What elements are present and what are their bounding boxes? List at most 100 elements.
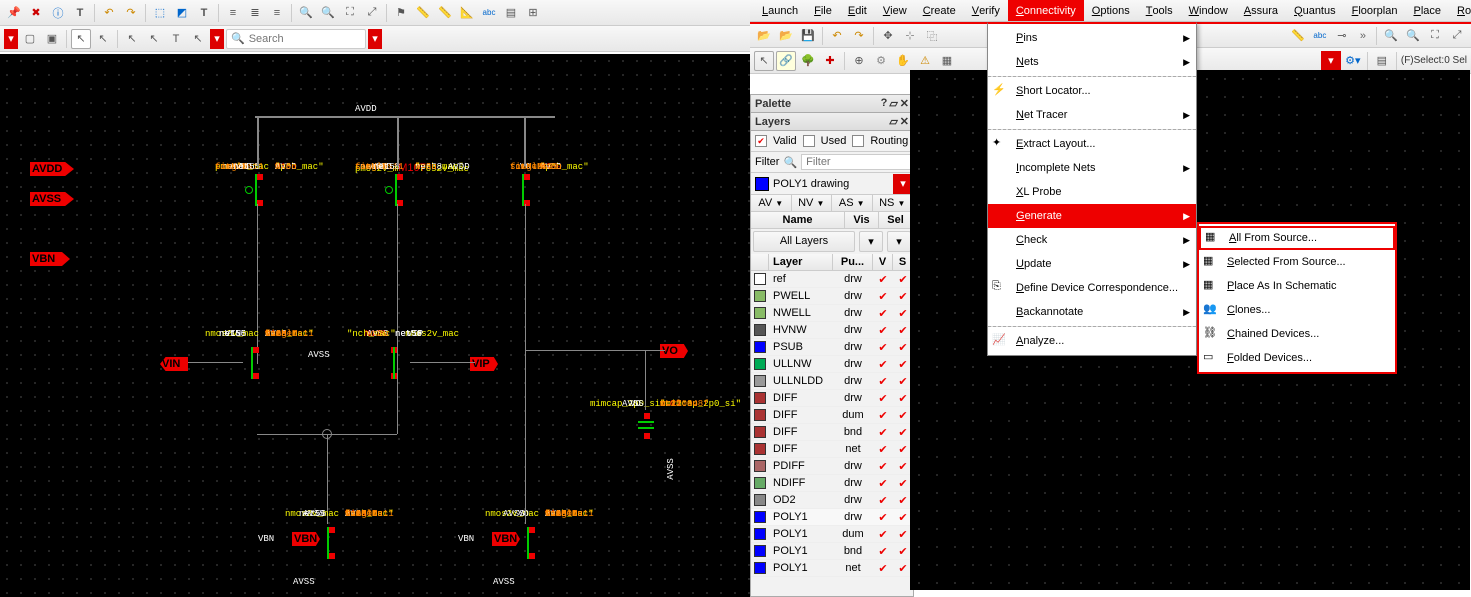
menu-quantus[interactable]: Quantus [1286,0,1344,21]
layer-row[interactable]: POLY1drw✔✔ [751,509,913,526]
shape1-icon[interactable]: ⬚ [150,3,170,23]
cross-icon[interactable]: ✚ [820,51,840,71]
ruler1-icon[interactable]: 📏 [413,3,433,23]
menu-item-extract-layout-[interactable]: ✦Extract Layout... [988,132,1196,156]
open2-icon[interactable]: 📂 [776,26,796,46]
menu-connectivity[interactable]: Connectivity [1008,0,1084,21]
sel-box1-icon[interactable]: ▢ [20,29,40,49]
menu-item-analyze-[interactable]: 📈Analyze... [988,329,1196,353]
toggle-av[interactable]: AV ▼ [751,195,792,211]
selected-layer-row[interactable]: POLY1 drawing ▾ [751,173,913,195]
menu-item-incomplete-nets[interactable]: Incomplete Nets▶ [988,156,1196,180]
toggle-as[interactable]: AS ▼ [832,195,873,211]
zoom-out-icon[interactable]: 🔍 [318,3,338,23]
cursor4-icon[interactable]: ↖ [144,29,164,49]
menu-file[interactable]: File [806,0,840,21]
layer-row[interactable]: PWELLdrw✔✔ [751,288,913,305]
menu-floorplan[interactable]: Floorplan [1344,0,1406,21]
menu-item-define-device-correspondence-[interactable]: ⎘Define Device Correspondence... [988,276,1196,300]
menu-item-net-tracer[interactable]: Net Tracer▶ [988,103,1196,127]
search-input[interactable] [249,33,329,45]
copy-icon[interactable]: ⿻ [922,26,942,46]
ruler-r-icon[interactable]: 📏 [1288,26,1308,46]
layer-row[interactable]: PSUBdrw✔✔ [751,339,913,356]
help-icon[interactable]: ? [881,97,888,110]
abc-icon[interactable]: abc [479,3,499,23]
zoom-in-icon[interactable]: 🔍 [296,3,316,23]
fit-icon[interactable]: ⛶ [340,3,360,23]
sel-box2-icon[interactable]: ▣ [42,29,62,49]
menu-item-short-locator-[interactable]: ⚡Short Locator... [988,79,1196,103]
grid-icon[interactable]: ▦ [937,51,957,71]
ruler2-icon[interactable]: 📏 [435,3,455,23]
move-icon[interactable]: ✥ [878,26,898,46]
text-obj-icon[interactable]: T [194,3,214,23]
menu-create[interactable]: Create [915,0,964,21]
pin-icon[interactable]: 📌 [4,3,24,23]
redo-icon[interactable]: ↷ [121,3,141,23]
submenu-item-clones-[interactable]: 👥Clones... [1199,298,1395,322]
undo2-icon[interactable]: ↶ [827,26,847,46]
layer-row[interactable]: DIFFnet✔✔ [751,441,913,458]
open-icon[interactable]: 📂 [754,26,774,46]
menu-item-backannotate[interactable]: Backannotate▶ [988,300,1196,324]
routing-checkbox[interactable] [852,135,864,147]
redo2-icon[interactable]: ↷ [849,26,869,46]
menu-assura[interactable]: Assura [1236,0,1286,21]
menu-view[interactable]: View [875,0,915,21]
layers-detach-icon[interactable]: ▱ [889,115,897,128]
abc-r-icon[interactable]: abc [1310,26,1330,46]
menu-item-generate[interactable]: Generate▶ [988,204,1196,228]
layer-row[interactable]: NDIFFdrw✔✔ [751,475,913,492]
col-sel[interactable]: Sel [879,212,913,228]
panel-icon[interactable]: ▤ [501,3,521,23]
layer-row[interactable]: ULLNWdrw✔✔ [751,356,913,373]
menu-options[interactable]: Options [1084,0,1138,21]
all-sel-button[interactable]: ▾ [887,231,911,252]
layer-row[interactable]: refdrw✔✔ [751,271,913,288]
align-c-icon[interactable]: ≣ [245,3,265,23]
menu-tools[interactable]: Tools [1138,0,1181,21]
menu-item-xl-probe[interactable]: XL Probe [988,180,1196,204]
valid-checkbox[interactable]: ✔ [755,135,767,147]
net-sel-icon[interactable]: 🔗 [776,51,796,71]
wheel-icon[interactable]: ⚙ [871,51,891,71]
text-icon[interactable]: T [70,3,90,23]
menu-place[interactable]: Place [1405,0,1449,21]
cursor1-icon[interactable]: ↖ [71,29,91,49]
all-layers-button[interactable]: All Layers [753,231,855,252]
layer-row[interactable]: OD2drw✔✔ [751,492,913,509]
hand-icon[interactable]: ✋ [893,51,913,71]
menu-verify[interactable]: Verify [964,0,1008,21]
submenu-item-folded-devices-[interactable]: ▭Folded Devices... [1199,346,1395,370]
mode-dropdown-r[interactable]: ▾ [1321,51,1341,71]
zoom-out-r-icon[interactable]: 🔍 [1403,26,1423,46]
col-vis[interactable]: Vis [845,212,879,228]
close-icon[interactable]: ✖ [26,3,46,23]
toggle-nv[interactable]: NV ▼ [792,195,833,211]
shape2-icon[interactable]: ◩ [172,3,192,23]
used-checkbox[interactable] [803,135,815,147]
layer-row[interactable]: DIFFbnd✔✔ [751,424,913,441]
menu-edit[interactable]: Edit [840,0,875,21]
col-name[interactable]: Name [751,212,845,228]
menu-window[interactable]: Window [1181,0,1236,21]
search-box[interactable]: 🔍 [226,29,366,49]
all-vis-button[interactable]: ▾ [859,231,883,252]
pin-vo[interactable]: VO [660,344,688,358]
layer-row[interactable]: POLY1net✔✔ [751,560,913,577]
tree-icon[interactable]: 🌳 [798,51,818,71]
zoom-in-r-icon[interactable]: 🔍 [1381,26,1401,46]
layer-row[interactable]: HVNWdrw✔✔ [751,322,913,339]
target-icon[interactable]: ⊕ [849,51,869,71]
cursor2-icon[interactable]: ↖ [93,29,113,49]
layer-table[interactable]: refdrw✔✔PWELLdrw✔✔NWELLdrw✔✔HVNWdrw✔✔PSU… [751,271,913,581]
gear-icon[interactable]: ⚙▾ [1343,51,1363,71]
menu-route[interactable]: Route [1449,0,1471,21]
layers-close-icon[interactable]: ✕ [900,115,909,128]
layer-row[interactable]: NWELLdrw✔✔ [751,305,913,322]
grid-icon[interactable]: ⊞ [523,3,543,23]
layer-row[interactable]: ULLNLDDdrw✔✔ [751,373,913,390]
menu-item-update[interactable]: Update▶ [988,252,1196,276]
pin-avdd[interactable]: AVDD [30,162,74,176]
